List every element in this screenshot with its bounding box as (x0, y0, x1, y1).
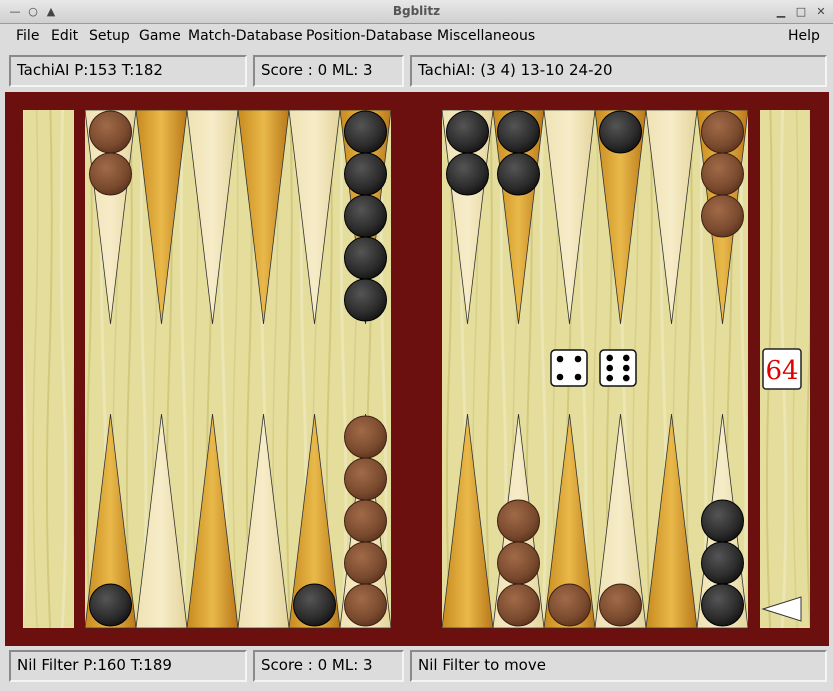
brown-checker[interactable] (701, 110, 744, 154)
brown-checker[interactable] (497, 499, 540, 543)
brown-checker[interactable] (344, 499, 387, 543)
die[interactable] (550, 349, 588, 387)
brown-checker[interactable] (89, 152, 132, 196)
bottom-move-status: Nil Filter to move (410, 650, 827, 682)
menu-edit[interactable]: Edit (51, 28, 78, 44)
bottom-score-status: Score : 0 ML: 3 (253, 650, 404, 682)
die-pip (606, 374, 614, 382)
brown-checker[interactable] (344, 583, 387, 627)
brown-checker[interactable] (89, 110, 132, 154)
black-checker[interactable] (344, 110, 387, 154)
doubling-cube-value: 64 (765, 356, 798, 386)
top-move-status: TachiAI: (3 4) 13-10 24-20 (410, 55, 827, 87)
title-bar: — ○ ▲ Bgblitz ▁ □ ✕ (0, 0, 833, 24)
doubling-cube[interactable]: 64 (762, 348, 802, 390)
black-checker[interactable] (344, 236, 387, 280)
menu-bar: File Edit Setup Game Match-Database Posi… (0, 24, 833, 50)
black-checker[interactable] (344, 278, 387, 322)
die-pip (606, 364, 614, 372)
right-board-half (442, 110, 748, 628)
brown-checker[interactable] (701, 152, 744, 196)
window-title: Bgblitz (392, 4, 441, 18)
brown-checker[interactable] (497, 541, 540, 585)
die-pip (622, 374, 630, 382)
black-checker[interactable] (599, 110, 642, 154)
brown-checker[interactable] (344, 457, 387, 501)
brown-checker[interactable] (344, 415, 387, 459)
black-checker[interactable] (446, 152, 489, 196)
window-maximize-icon[interactable]: □ (794, 5, 808, 19)
window-iconify-icon[interactable]: ▁ (774, 5, 788, 19)
black-checker[interactable] (344, 194, 387, 238)
bottom-player-status: Nil Filter P:160 T:189 (9, 650, 247, 682)
die-pip (574, 373, 582, 381)
menu-setup[interactable]: Setup (89, 28, 130, 44)
brown-checker[interactable] (701, 194, 744, 238)
menu-miscellaneous[interactable]: Miscellaneous (437, 28, 535, 44)
left-bearoff-tray[interactable] (23, 110, 74, 628)
die[interactable] (599, 349, 637, 387)
black-checker[interactable] (344, 152, 387, 196)
black-checker[interactable] (701, 499, 744, 543)
die-pip (606, 354, 614, 362)
backgammon-board[interactable]: 64 (5, 92, 829, 646)
brown-checker[interactable] (548, 583, 591, 627)
black-checker[interactable] (497, 110, 540, 154)
black-checker[interactable] (497, 152, 540, 196)
menu-position-database[interactable]: Position-Database (306, 28, 432, 44)
menu-game[interactable]: Game (139, 28, 181, 44)
die-pip (622, 364, 630, 372)
brown-checker[interactable] (599, 583, 642, 627)
black-checker[interactable] (701, 541, 744, 585)
menu-file[interactable]: File (16, 28, 39, 44)
top-score-status: Score : 0 ML: 3 (253, 55, 404, 87)
die-pip (556, 355, 564, 363)
left-board-half (85, 110, 391, 628)
top-player-status: TachiAI P:153 T:182 (9, 55, 247, 87)
brown-checker[interactable] (497, 583, 540, 627)
menu-help[interactable]: Help (788, 28, 820, 44)
window-close-icon[interactable]: ✕ (814, 5, 828, 19)
black-checker[interactable] (446, 110, 489, 154)
black-checker[interactable] (89, 583, 132, 627)
brown-checker[interactable] (344, 541, 387, 585)
black-checker[interactable] (701, 583, 744, 627)
menu-match-database[interactable]: Match-Database (188, 28, 303, 44)
die-pip (574, 355, 582, 363)
die-pip (556, 373, 564, 381)
die-pip (622, 354, 630, 362)
black-checker[interactable] (293, 583, 336, 627)
